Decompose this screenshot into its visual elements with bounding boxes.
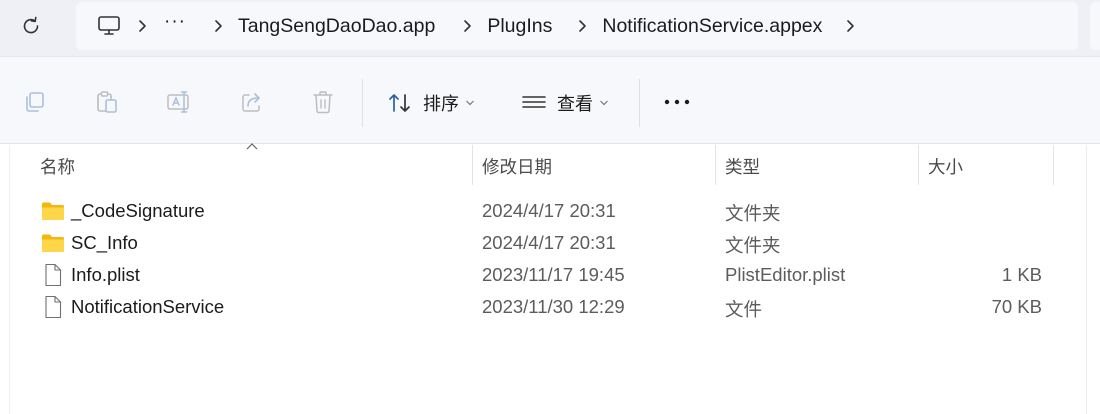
column-divider[interactable] bbox=[715, 145, 716, 185]
column-header: 名称 修改日期 类型 大小 bbox=[0, 143, 1100, 185]
rename-button[interactable] bbox=[165, 88, 193, 116]
column-divider[interactable] bbox=[918, 145, 919, 185]
view-button[interactable]: 查看 bbox=[521, 87, 609, 119]
folder-icon bbox=[42, 202, 64, 220]
file-size: 70 KB bbox=[991, 296, 1042, 317]
file-name: SC_Info bbox=[71, 232, 138, 253]
refresh-icon bbox=[23, 16, 39, 34]
file-row[interactable]: NotificationService 2023/11/30 12:29 文件 … bbox=[0, 291, 1086, 323]
file-name: _CodeSignature bbox=[71, 200, 205, 221]
search-box[interactable] bbox=[1090, 2, 1100, 50]
file-date: 2023/11/30 12:29 bbox=[482, 296, 625, 317]
file-date: 2024/4/17 20:31 bbox=[482, 232, 616, 253]
paste-button[interactable] bbox=[93, 88, 121, 116]
column-divider[interactable] bbox=[472, 145, 473, 185]
sort-button[interactable]: 排序 bbox=[387, 87, 475, 119]
rename-icon bbox=[167, 91, 189, 113]
file-date: 2024/4/17 20:31 bbox=[482, 200, 616, 221]
sort-ascending-icon bbox=[246, 143, 258, 150]
folder-icon bbox=[42, 234, 64, 252]
copy-icon bbox=[26, 92, 44, 112]
see-more-button[interactable] bbox=[661, 88, 693, 116]
share-button[interactable] bbox=[238, 88, 266, 116]
chevron-right-icon[interactable] bbox=[461, 19, 473, 33]
more-icon bbox=[664, 99, 690, 105]
breadcrumb[interactable]: ··· TangSengDaoDao.app PlugIns Notificat… bbox=[76, 2, 1078, 50]
file-type: 文件 bbox=[725, 299, 763, 320]
column-size[interactable]: 大小 bbox=[928, 154, 963, 179]
breadcrumb-item-app[interactable]: TangSengDaoDao.app bbox=[238, 15, 435, 38]
command-bar: 排序 查看 bbox=[0, 56, 1100, 144]
chevron-right-icon[interactable] bbox=[212, 19, 224, 33]
breadcrumb-item-plugins[interactable]: PlugIns bbox=[487, 15, 552, 38]
sort-label: 排序 bbox=[423, 94, 459, 114]
view-label: 查看 bbox=[557, 94, 593, 114]
breadcrumb-item-appex[interactable]: NotificationService.appex bbox=[602, 15, 822, 38]
trash-icon bbox=[313, 91, 333, 114]
chevron-right-icon[interactable] bbox=[136, 19, 148, 33]
vertical-scrollbar[interactable] bbox=[1086, 145, 1087, 414]
file-icon bbox=[45, 263, 62, 287]
list-view-icon bbox=[522, 96, 546, 108]
delete-button[interactable] bbox=[309, 88, 337, 116]
chevron-right-icon[interactable] bbox=[576, 19, 588, 33]
sort-icon bbox=[389, 94, 410, 112]
breadcrumb-more-button[interactable]: ··· bbox=[164, 11, 186, 41]
this-pc-icon[interactable] bbox=[96, 13, 122, 39]
toolbar-divider bbox=[362, 79, 363, 127]
toolbar-divider bbox=[639, 79, 640, 127]
file-name: NotificationService bbox=[71, 296, 225, 317]
paste-icon bbox=[97, 91, 117, 113]
file-type: PlistEditor.plist bbox=[725, 264, 846, 285]
file-row[interactable]: SC_Info 2024/4/17 20:31 文件夹 bbox=[0, 227, 1086, 259]
chevron-down-icon bbox=[600, 100, 608, 106]
file-type: 文件夹 bbox=[725, 235, 781, 256]
file-icon bbox=[45, 295, 62, 319]
column-type[interactable]: 类型 bbox=[725, 154, 760, 179]
chevron-down-icon bbox=[466, 100, 474, 106]
file-row[interactable]: Info.plist 2023/11/17 19:45 PlistEditor.… bbox=[0, 259, 1086, 291]
refresh-button[interactable] bbox=[14, 11, 48, 41]
file-size: 1 KB bbox=[1001, 264, 1042, 285]
copy-button[interactable] bbox=[21, 88, 49, 116]
file-date: 2023/11/17 19:45 bbox=[482, 264, 625, 285]
file-row[interactable]: _CodeSignature 2024/4/17 20:31 文件夹 bbox=[0, 195, 1086, 227]
column-date-modified[interactable]: 修改日期 bbox=[482, 154, 552, 179]
chevron-right-icon[interactable] bbox=[844, 19, 856, 33]
column-name[interactable]: 名称 bbox=[40, 154, 75, 179]
file-type: 文件夹 bbox=[725, 203, 781, 224]
column-divider[interactable] bbox=[1053, 145, 1054, 185]
address-row: ··· TangSengDaoDao.app PlugIns Notificat… bbox=[0, 0, 1100, 56]
file-list: _CodeSignature 2024/4/17 20:31 文件夹 SC_In… bbox=[0, 195, 1086, 323]
share-icon bbox=[242, 93, 260, 112]
file-name: Info.plist bbox=[71, 264, 140, 285]
